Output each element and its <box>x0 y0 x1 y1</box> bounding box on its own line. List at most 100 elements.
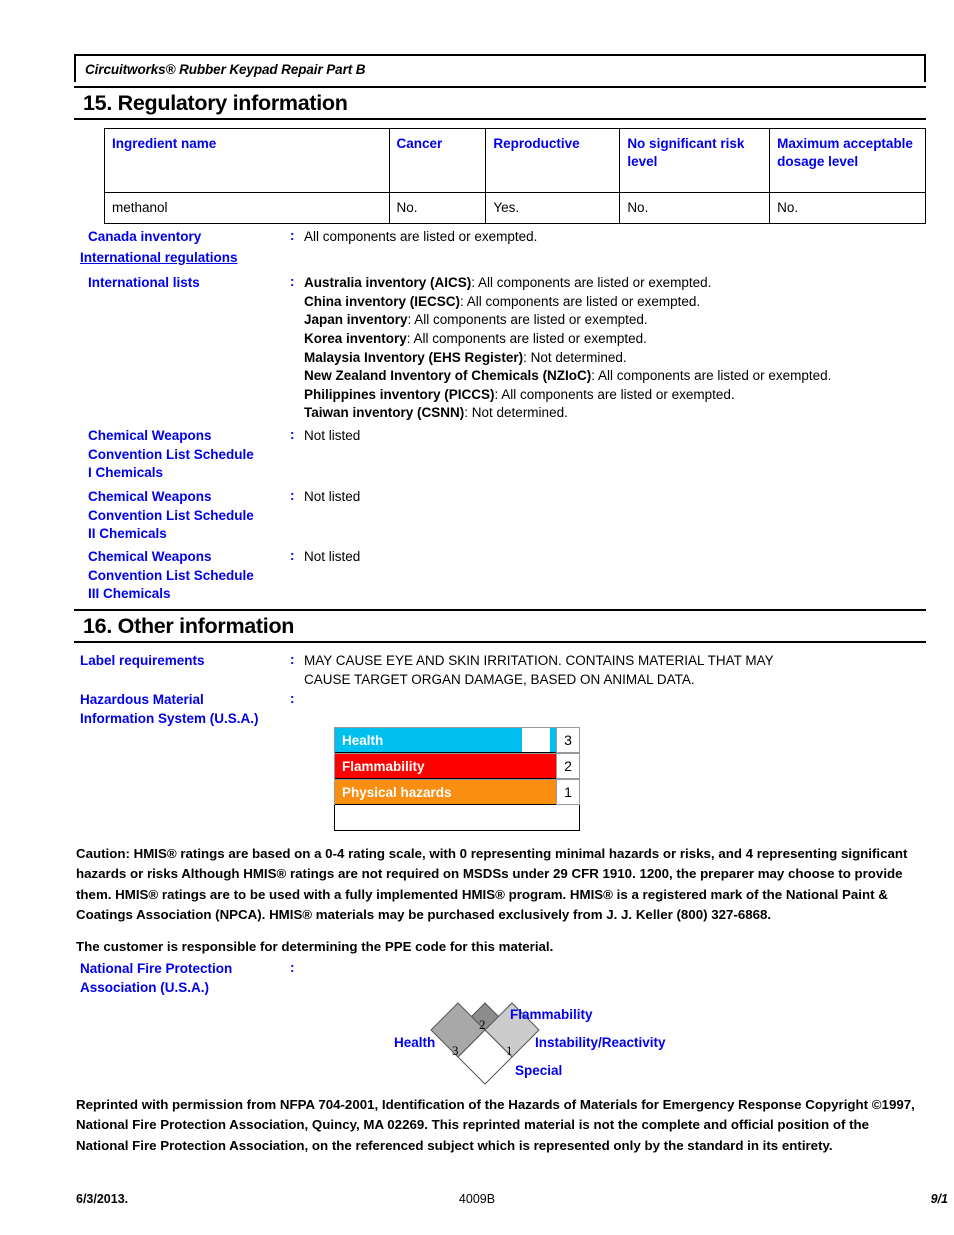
label-requirements-label: Label requirements <box>80 653 205 668</box>
section-16-heading: 16. Other information <box>74 609 926 643</box>
canada-inventory-value: All components are listed or exempted. <box>304 229 538 244</box>
cell-cancer: No. <box>388 192 487 224</box>
cwc-iii-label-line3: III Chemicals <box>88 586 171 602</box>
international-list-item: Malaysia Inventory (EHS Register): Not d… <box>304 349 831 368</box>
footer-product-code: 4009B <box>458 1192 496 1206</box>
hmis-label-row: Hazardous Material Information System (U… <box>80 691 480 728</box>
cwc-ii-label-line1: Chemical Weapons <box>88 489 212 504</box>
cwc-schedule-i-label: Chemical Weapons Convention List Schedul… <box>88 427 290 483</box>
label-requirements-line1: MAY CAUSE EYE AND SKIN IRRITATION. CONTA… <box>304 653 774 668</box>
label-requirements-value: MAY CAUSE EYE AND SKIN IRRITATION. CONTA… <box>304 652 774 689</box>
column-header-reproductive: Reproductive <box>485 128 621 193</box>
nfpa-flammability-value: 2 <box>479 1017 486 1032</box>
cwc-i-label-line2: Convention List Schedule <box>88 446 254 462</box>
cwc-ii-label-line3: II Chemicals <box>88 526 167 542</box>
nfpa-label-line1: National Fire Protection <box>80 961 233 976</box>
hmis-label: Hazardous Material Information System (U… <box>80 691 290 728</box>
intl-value-3: : All components are listed or exempted. <box>406 330 647 346</box>
nfpa-colon: : <box>290 960 295 975</box>
document-page: Circuitworks® Rubber Keypad Repair Part … <box>0 0 954 1235</box>
footer-page-number: 9/1 <box>930 1192 948 1206</box>
hmis-row-health: Health 3 <box>334 727 580 753</box>
intl-name-7: Taiwan inventory (CSNN) <box>304 405 465 421</box>
nfpa-special-label: Special <box>515 1063 563 1078</box>
intl-value-0: : All components are listed or exempted. <box>471 275 712 290</box>
international-list-item: Philippines inventory (PICCS): All compo… <box>304 386 831 405</box>
cwc-schedule-i-row: Chemical Weapons Convention List Schedul… <box>88 427 688 483</box>
page-footer: 6/3/2013. 4009B 9/1 <box>0 1192 954 1212</box>
canada-inventory-colon: : <box>290 228 295 243</box>
hmis-health-bar: Health <box>335 728 522 753</box>
hmis-flammability-rating: 2 <box>556 754 579 779</box>
international-regulations-heading: International regulations <box>80 250 238 265</box>
cwc-schedule-i-colon: : <box>290 427 295 442</box>
intl-name-3: Korea inventory <box>304 330 407 346</box>
hmis-label-line2: Information System (U.S.A.) <box>80 710 259 726</box>
hmis-label-line1: Hazardous Material <box>80 692 204 707</box>
column-header-cancer: Cancer <box>388 128 487 193</box>
intl-name-5: New Zealand Inventory of Chemicals (NZIo… <box>304 368 592 384</box>
cwc-schedule-iii-label: Chemical Weapons Convention List Schedul… <box>88 548 290 604</box>
cwc-schedule-ii-row: Chemical Weapons Convention List Schedul… <box>88 488 688 544</box>
column-header-no-significant-risk-level: No significant risk level <box>619 128 771 193</box>
nfpa-label: National Fire Protection Association (U.… <box>80 960 290 997</box>
intl-name-2: Japan inventory <box>304 312 408 328</box>
hmis-health-gap <box>522 728 550 753</box>
international-list-item: Australia inventory (AICS): All componen… <box>304 274 831 293</box>
cwc-schedule-ii-label: Chemical Weapons Convention List Schedul… <box>88 488 290 544</box>
nfpa-704-diamond: 2 3 1 Flammability Health Instability/Re… <box>380 995 710 1090</box>
nfpa-instability-value: 1 <box>506 1043 513 1058</box>
international-lists-row: International lists : Australia inventor… <box>88 274 936 423</box>
intl-value-1: : All components are listed or exempted. <box>460 293 701 309</box>
section-15-heading: 15. Regulatory information <box>74 86 926 120</box>
hmis-flammability-bar: Flammability <box>335 754 556 779</box>
cell-reproductive: Yes. <box>485 192 621 224</box>
intl-value-7: : Not determined. <box>464 405 568 421</box>
international-lists-label: International lists <box>88 275 200 290</box>
cwc-iii-label-line1: Chemical Weapons <box>88 549 212 564</box>
intl-value-2: : All components are listed or exempted. <box>407 312 648 328</box>
label-requirements-row: Label requirements : MAY CAUSE EYE AND S… <box>80 652 940 689</box>
table-header-row: Ingredient name Cancer Reproductive No s… <box>104 128 926 193</box>
column-header-ingredient-name: Ingredient name <box>104 128 390 193</box>
hmis-rating-chart: Health 3 Flammability 2 Physical hazards… <box>334 727 580 831</box>
canada-inventory-label: Canada inventory <box>88 229 202 244</box>
cwc-schedule-iii-value: Not listed <box>304 549 361 564</box>
intl-value-5: : All components are listed or exempted. <box>591 368 832 384</box>
international-lists-colon: : <box>290 274 295 289</box>
product-name: Circuitworks® Rubber Keypad Repair Part … <box>85 61 366 77</box>
intl-name-0: Australia inventory (AICS) <box>304 275 472 290</box>
intl-value-6: : All components are listed or exempted. <box>494 386 735 402</box>
label-requirements-line2: CAUSE TARGET ORGAN DAMAGE, BASED ON ANIM… <box>304 671 695 687</box>
canada-inventory-row: Canada inventory : All components are li… <box>88 228 928 247</box>
cwc-i-label-line1: Chemical Weapons <box>88 428 212 443</box>
ppe-responsibility-paragraph: The customer is responsible for determin… <box>76 939 554 954</box>
cwc-i-label-line3: I Chemicals <box>88 465 164 481</box>
cell-ingredient-name: methanol <box>104 192 390 224</box>
hmis-health-rating: 3 <box>556 728 579 753</box>
intl-value-4: : Not determined. <box>523 349 627 365</box>
hmis-physical-hazards-rating: 1 <box>556 780 579 805</box>
nfpa-reprint-paragraph: Reprinted with permission from NFPA 704-… <box>76 1097 915 1153</box>
intl-name-4: Malaysia Inventory (EHS Register) <box>304 349 524 365</box>
hmis-physical-hazards-bar: Physical hazards <box>335 780 556 805</box>
hmis-caution-paragraph: Caution: HMIS® ratings are based on a 0-… <box>76 846 908 923</box>
cell-maximum-acceptable-dosage-level: No. <box>769 192 926 224</box>
hmis-row-flammability: Flammability 2 <box>334 753 580 779</box>
international-list-item: Japan inventory: All components are list… <box>304 311 831 330</box>
cwc-schedule-ii-colon: : <box>290 488 295 503</box>
table-row: methanol No. Yes. No. No. <box>104 192 926 224</box>
intl-name-1: China inventory (IECSC) <box>304 293 461 309</box>
regulatory-table: Ingredient name Cancer Reproductive No s… <box>104 128 926 224</box>
cwc-schedule-i-value: Not listed <box>304 428 361 443</box>
international-lists-values: Australia inventory (AICS): All componen… <box>304 274 831 423</box>
nfpa-health-value: 3 <box>452 1043 459 1058</box>
cell-no-significant-risk-level: No. <box>619 192 771 224</box>
hmis-ppe-row <box>334 805 580 831</box>
nfpa-label-row: National Fire Protection Association (U.… <box>80 960 480 997</box>
international-list-item: Korea inventory: All components are list… <box>304 330 831 349</box>
nfpa-instability-label: Instability/Reactivity <box>535 1035 666 1050</box>
document-running-header: Circuitworks® Rubber Keypad Repair Part … <box>74 54 926 82</box>
nfpa-health-label: Health <box>394 1035 436 1050</box>
cwc-iii-label-line2: Convention List Schedule <box>88 567 254 583</box>
